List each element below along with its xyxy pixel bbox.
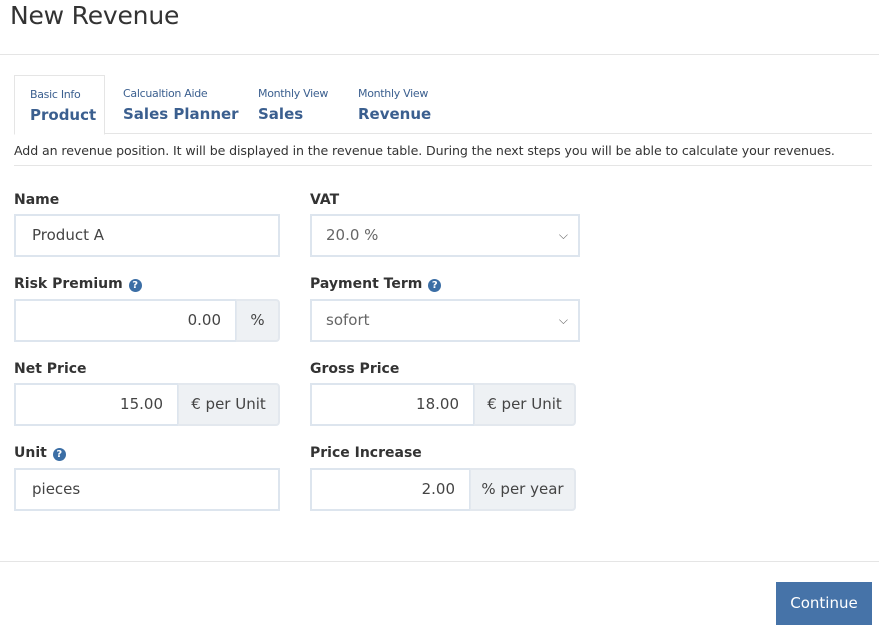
label-text: Price Increase — [310, 445, 422, 461]
label-text: Payment Term — [310, 276, 423, 292]
unit-label: Unit? — [14, 444, 66, 462]
risk-premium-unit: % — [236, 299, 280, 342]
footer-divider — [0, 561, 879, 562]
help-icon[interactable]: ? — [52, 448, 66, 461]
continue-button[interactable]: Continue — [776, 582, 872, 625]
name-label: Name — [14, 191, 59, 209]
help-icon[interactable]: ? — [428, 279, 442, 292]
gross-price-input[interactable]: 18.00 — [310, 383, 475, 426]
tab-sales[interactable]: Monthly View Sales — [258, 75, 348, 134]
gross-price-unit: € per Unit — [474, 383, 576, 426]
tab-label: Sales Planner — [123, 105, 239, 123]
vat-select[interactable]: 20.0 % ⌵ — [310, 214, 580, 257]
chevron-down-icon: ⌵ — [558, 228, 568, 242]
net-price-input[interactable]: 15.00 — [14, 383, 179, 426]
tab-sales-planner[interactable]: Calcualtion Aide Sales Planner — [123, 75, 243, 134]
payment-term-select[interactable]: sofort ⌵ — [310, 299, 580, 342]
risk-premium-label: Risk Premium? — [14, 275, 142, 293]
tab-product[interactable]: Basic Info Product — [14, 75, 105, 135]
gross-price-label: Gross Price — [310, 360, 399, 378]
tab-label: Revenue — [358, 105, 432, 123]
tab-sublabel: Monthly View — [258, 87, 329, 100]
net-price-unit: € per Unit — [178, 383, 280, 426]
payment-term-label: Payment Term? — [310, 275, 442, 293]
payment-term-selected-value: sofort — [326, 311, 370, 329]
tab-label: Product — [30, 106, 97, 124]
wizard-tabs: Basic Info Product Calcualtion Aide Sale… — [14, 75, 872, 135]
net-price-label: Net Price — [14, 360, 87, 378]
page-title: New Revenue — [10, 1, 180, 30]
label-text: Name — [14, 192, 60, 208]
risk-premium-input[interactable]: 0.00 — [14, 299, 237, 342]
unit-input[interactable]: pieces — [14, 468, 280, 511]
tab-sublabel: Calcualtion Aide — [123, 87, 208, 100]
tab-sublabel: Monthly View — [358, 87, 429, 100]
price-increase-input[interactable]: 2.00 — [310, 468, 471, 511]
name-input[interactable]: Product A — [14, 214, 280, 257]
vat-label: VAT — [310, 191, 339, 209]
label-text: Risk Premium — [14, 276, 123, 292]
label-text: VAT — [310, 192, 340, 208]
label-text: Gross Price — [310, 361, 400, 377]
chevron-down-icon: ⌵ — [558, 313, 568, 327]
label-text: Unit — [14, 445, 47, 461]
label-text: Net Price — [14, 361, 87, 377]
help-icon[interactable]: ? — [128, 279, 142, 292]
vat-selected-value: 20.0 % — [326, 226, 379, 244]
page-header: New Revenue — [0, 0, 879, 55]
tab-label: Sales — [258, 105, 304, 123]
price-increase-label: Price Increase — [310, 444, 422, 462]
tab-revenue[interactable]: Monthly View Revenue — [358, 75, 448, 134]
tab-sublabel: Basic Info — [30, 88, 81, 101]
price-increase-unit: % per year — [470, 468, 576, 511]
description-text: Add an revenue position. It will be disp… — [14, 134, 872, 166]
